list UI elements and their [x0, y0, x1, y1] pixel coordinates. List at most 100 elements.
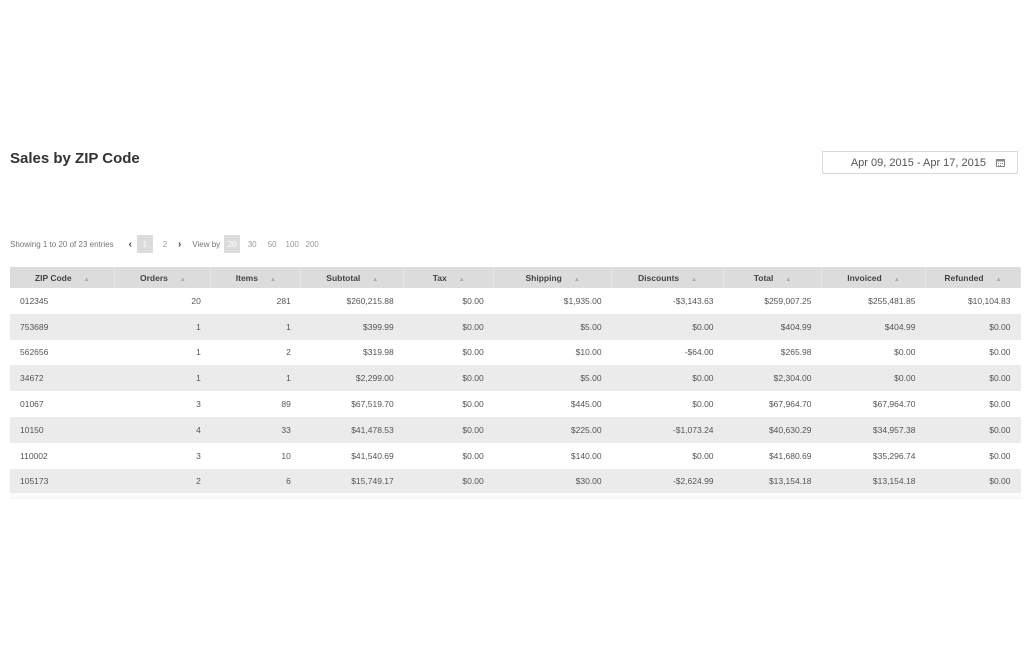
cell-zip-code: 753689: [10, 313, 115, 340]
cell-zip-code: 110002: [10, 442, 115, 469]
column-header-shipping[interactable]: Shipping ▲: [493, 267, 613, 288]
cell-total: $265.98: [723, 339, 822, 366]
date-range-value: Apr 09, 2015 - Apr 17, 2015: [850, 156, 986, 169]
cell-invoiced: $34,957.38: [821, 416, 926, 443]
cell-tax: $0.00: [403, 416, 494, 443]
cell-subtotal: $399.99: [300, 313, 404, 340]
cell-total: $404.99: [723, 313, 822, 340]
cell-orders: 3: [114, 442, 211, 469]
cell-items: 10: [210, 442, 301, 469]
cell-invoiced: $404.99: [821, 313, 926, 340]
cell-subtotal: $41,540.69: [300, 442, 404, 469]
date-range-picker[interactable]: Apr 09, 2015 - Apr 17, 2015: [822, 151, 1018, 174]
column-header-label: Tax: [432, 272, 447, 283]
cell-discounts: $0.00: [611, 365, 724, 392]
column-header-label: Total: [753, 272, 774, 283]
cell-discounts: $0.00: [611, 313, 724, 340]
cell-invoiced: $67,964.70: [821, 391, 926, 417]
cell-zip-code: 012345: [10, 288, 115, 314]
column-header-total[interactable]: Total ▲: [723, 267, 822, 288]
cell-refunded: $0.00: [925, 365, 1021, 392]
sort-arrow-icon: ▲: [893, 276, 900, 283]
per-page-200[interactable]: 200: [304, 235, 320, 253]
page-button-1[interactable]: 1: [136, 235, 153, 253]
column-header-discounts[interactable]: Discounts ▲: [611, 267, 725, 288]
column-header-label: Shipping: [525, 272, 562, 283]
cell-tax: $0.00: [403, 442, 494, 469]
column-header-label: Items: [235, 272, 258, 283]
cell-items: 89: [210, 391, 301, 417]
sort-arrow-icon: ▲: [785, 276, 792, 283]
cell-total: $67,964.70: [723, 391, 822, 417]
cell-orders: 1: [114, 313, 211, 340]
cell-refunded: $0.00: [925, 339, 1021, 366]
column-header-label: Subtotal: [326, 272, 361, 283]
per-page-30[interactable]: 30: [244, 235, 260, 253]
cell-shipping: $225.00: [493, 416, 612, 443]
cell-shipping: $10.00: [493, 339, 612, 366]
column-header-zip-code[interactable]: ZIP Code ▲: [10, 267, 116, 288]
table-bottom-edge: [10, 493, 1021, 499]
cell-invoiced: $0.00: [821, 339, 926, 366]
cell-zip-code: 105173: [10, 468, 115, 495]
column-header-label: Invoiced: [847, 272, 882, 283]
per-page-100[interactable]: 100: [284, 235, 300, 253]
cell-subtotal: $41,478.53: [300, 416, 404, 443]
cell-orders: 1: [114, 339, 211, 366]
table-row[interactable]: 110002 3 10 $41,540.69 $0.00 $140.00 $0.00 $41,…: [10, 442, 1021, 469]
sales-table: ZIP Code ▲ Orders ▲ Items ▲ Subtotal ▲ Tax ▲ Shipp…: [10, 267, 1022, 495]
cell-zip-code: 34672: [10, 365, 115, 392]
sort-arrow-icon: ▲: [573, 276, 580, 283]
cell-refunded: $0.00: [925, 468, 1021, 495]
cell-orders: 1: [114, 365, 211, 392]
pagination-toolbar: Showing 1 to 20 of 23 entries ‹ 1 2 › Vi…: [10, 235, 322, 253]
cell-refunded: $0.00: [925, 391, 1021, 417]
cell-orders: 4: [114, 416, 211, 443]
cell-shipping: $140.00: [493, 442, 612, 469]
column-header-orders[interactable]: Orders ▲: [114, 267, 212, 288]
cell-zip-code: 10150: [10, 416, 115, 443]
cell-tax: $0.00: [403, 288, 494, 314]
column-header-label: Orders: [139, 272, 168, 283]
cell-tax: $0.00: [403, 391, 494, 417]
table-row[interactable]: 34672 1 1 $2,299.00 $0.00 $5.00 $0.00 $2,304.00…: [10, 365, 1021, 392]
cell-tax: $0.00: [403, 468, 494, 495]
cell-total: $13,154.18: [723, 468, 822, 495]
page-title: Sales by ZIP Code: [10, 150, 140, 167]
cell-orders: 20: [114, 288, 211, 314]
table-row[interactable]: 753689 1 1 $399.99 $0.00 $5.00 $0.00 $404.99 $40…: [10, 313, 1021, 340]
table-row[interactable]: 10150 4 33 $41,478.53 $0.00 $225.00 -$1,073.24…: [10, 416, 1021, 443]
cell-items: 2: [210, 339, 301, 366]
sort-arrow-icon: ▲: [83, 276, 90, 283]
cell-subtotal: $15,749.17: [300, 468, 404, 495]
column-header-tax[interactable]: Tax ▲: [403, 267, 495, 288]
column-header-refunded[interactable]: Refunded ▲: [925, 267, 1022, 288]
table-row[interactable]: 105173 2 6 $15,749.17 $0.00 $30.00 -$2,624.99 $…: [10, 468, 1021, 495]
per-page-50[interactable]: 50: [264, 235, 280, 253]
sort-arrow-icon: ▲: [995, 276, 1002, 283]
cell-orders: 2: [114, 468, 211, 495]
table-row[interactable]: 01067 3 89 $67,519.70 $0.00 $445.00 $0.00 $67,9…: [10, 391, 1021, 417]
cell-tax: $0.00: [403, 313, 494, 340]
column-header-items[interactable]: Items ▲: [210, 267, 302, 288]
next-page-button[interactable]: ›: [175, 239, 184, 250]
column-header-label: Discounts: [638, 272, 680, 283]
sort-arrow-icon: ▲: [691, 276, 698, 283]
per-page-20[interactable]: 20: [224, 235, 241, 253]
cell-subtotal: $2,299.00: [300, 365, 404, 392]
cell-tax: $0.00: [403, 365, 494, 392]
prev-page-button[interactable]: ‹: [126, 239, 135, 250]
cell-total: $259,007.25: [723, 288, 822, 314]
column-header-invoiced[interactable]: Invoiced ▲: [821, 267, 926, 288]
table-row[interactable]: 562656 1 2 $319.98 $0.00 $10.00 -$64.00 $265.98…: [10, 339, 1021, 366]
table-row[interactable]: 012345 20 281 $260,215.88 $0.00 $1,935.00 -$3,…: [10, 288, 1021, 314]
cell-items: 33: [210, 416, 301, 443]
page-button-2[interactable]: 2: [157, 235, 173, 253]
cell-shipping: $5.00: [493, 313, 612, 340]
cell-invoiced: $13,154.18: [821, 468, 926, 495]
cell-shipping: $1,935.00: [493, 288, 612, 314]
cell-zip-code: 562656: [10, 339, 115, 366]
cell-shipping: $5.00: [493, 365, 612, 392]
cell-zip-code: 01067: [10, 391, 115, 417]
column-header-subtotal[interactable]: Subtotal ▲: [300, 267, 405, 288]
